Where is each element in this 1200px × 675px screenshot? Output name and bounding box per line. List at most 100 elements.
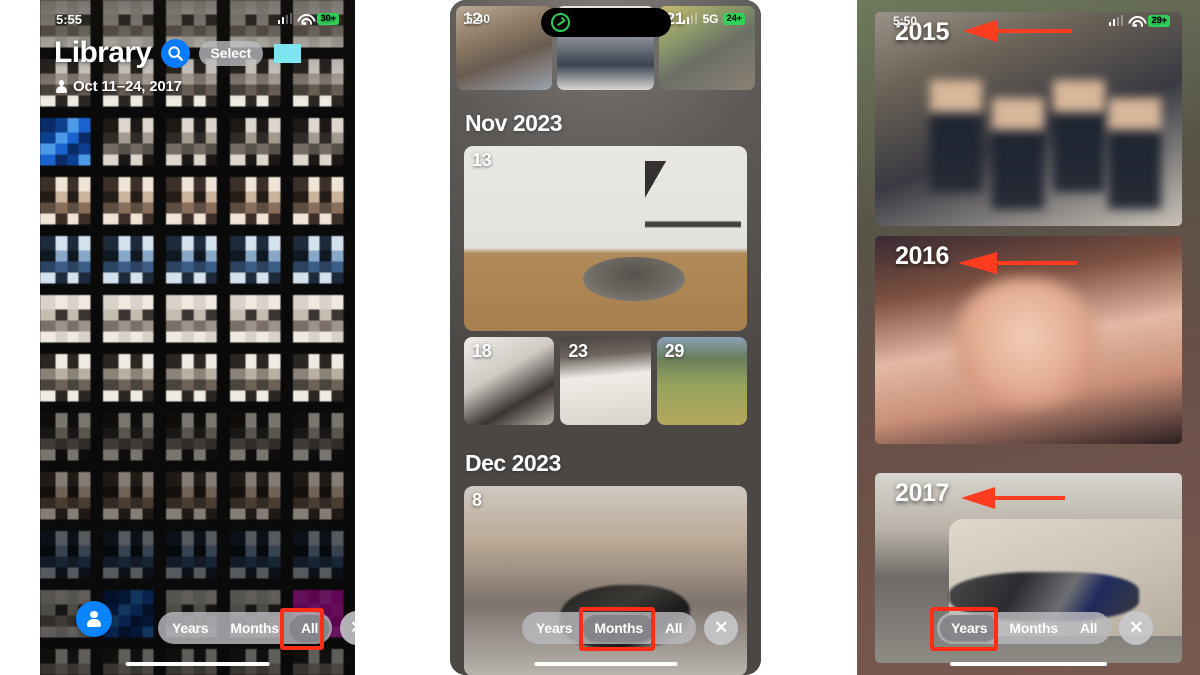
home-indicator [125,661,270,666]
photo-thumbnail[interactable] [229,177,292,235]
photo-thumbnail[interactable] [166,354,229,412]
close-icon[interactable]: ✕ [704,611,739,645]
segment-years[interactable]: Years [940,615,999,641]
segment-all[interactable]: All [1069,615,1108,641]
tile-day-number: 12 [463,9,482,28]
photo-thumbnail[interactable] [229,118,292,176]
photo-thumbnail[interactable] [166,177,229,235]
photo-thumbnail[interactable] [40,295,103,353]
photo-content [582,257,685,302]
photo-thumbnail[interactable] [292,118,355,176]
phone-panel-months-view: 12 21 5:40 5G 24+ Nov 2023 13 18 23 29 D… [450,0,761,675]
view-mode-segmented-control[interactable]: Years Months All [522,612,697,644]
photo-thumbnail[interactable] [292,531,355,589]
tile-day-number: 29 [664,341,685,361]
select-button[interactable]: Select [198,40,264,66]
photo-thumbnail[interactable] [166,295,229,353]
redacted-block [274,43,302,63]
library-title-row: Library Select [54,36,345,70]
photo-tile-large[interactable]: 8 [464,486,747,675]
segment-all[interactable]: All [289,615,330,641]
photo-thumbnail[interactable] [229,413,292,471]
photo-thumbnail[interactable] [40,649,103,675]
cellular-signal-icon [277,13,293,24]
segment-months[interactable]: Months [219,615,290,641]
photo-thumbnail[interactable] [103,236,166,294]
photo-tile[interactable]: 29 [656,337,747,425]
segment-months[interactable]: Months [998,615,1069,641]
photo-thumbnail[interactable] [40,236,103,294]
year-card[interactable]: 2015 [875,12,1182,226]
photo-thumbnail[interactable] [103,590,166,648]
photo-tile[interactable]: 23 [560,337,651,425]
view-mode-toolbar-months: Years Months All ✕ [522,611,739,645]
photo-content [645,160,742,257]
photo-thumbnail[interactable] [103,472,166,530]
person-icon [56,80,67,93]
search-icon[interactable] [160,38,190,68]
photo-thumbnail[interactable] [40,413,103,471]
photo-thumbnail[interactable] [40,118,103,176]
recording-indicator-icon [550,13,570,32]
photo-content [1053,80,1106,192]
month-section-nov: Nov 2023 13 18 23 29 [450,110,761,425]
year-label: 2016 [895,242,950,270]
photo-tile-large[interactable]: 13 [464,146,747,331]
photo-thumbnail[interactable] [166,236,229,294]
photo-thumbnail[interactable] [40,354,103,412]
month-header: Nov 2023 [465,110,563,136]
photo-thumbnail[interactable] [166,531,229,589]
view-mode-toolbar-all: Years Months All ✕ [158,611,355,645]
year-label: 2015 [895,18,950,46]
photo-thumbnail[interactable] [40,177,103,235]
tile-day-number: 18 [472,341,492,361]
photo-tile[interactable]: 18 [464,337,555,425]
view-mode-segmented-control[interactable]: Years Months All [158,612,333,644]
photo-thumbnail[interactable] [103,118,166,176]
close-icon[interactable]: ✕ [340,611,355,645]
photo-thumbnail[interactable] [103,354,166,412]
year-label: 2017 [895,479,950,507]
photo-thumbnail[interactable] [229,236,292,294]
photo-thumbnail[interactable] [292,177,355,235]
photo-thumbnail[interactable] [40,531,103,589]
photo-thumbnail[interactable] [229,472,292,530]
photo-thumbnail[interactable] [229,295,292,353]
photo-thumbnail[interactable] [292,649,355,675]
photo-thumbnail[interactable] [229,531,292,589]
photo-grid-all[interactable] [40,0,355,675]
segment-months[interactable]: Months [583,615,654,641]
tile-day-number: 23 [568,341,588,361]
photo-tile[interactable]: 12 [456,6,553,90]
photo-content [930,80,983,192]
status-bar-all: 5:55 30+ [40,9,355,29]
photo-content [1108,97,1161,209]
photo-thumbnail[interactable] [292,472,355,530]
phone-panel-years-view: 2015 2016 2017 5:50 29+ Years Months All… [857,0,1200,675]
photo-thumbnail[interactable] [229,354,292,412]
photo-tile[interactable]: 21 [658,6,755,90]
view-mode-segmented-control[interactable]: Years Months All [937,612,1112,644]
photo-thumbnail[interactable] [292,413,355,471]
photo-thumbnail[interactable] [103,531,166,589]
segment-years[interactable]: Years [161,615,219,641]
photo-thumbnail[interactable] [166,413,229,471]
photo-thumbnail[interactable] [166,472,229,530]
photo-thumbnail[interactable] [292,236,355,294]
dynamic-island [540,8,671,37]
year-card[interactable]: 2016 [875,236,1182,444]
photo-thumbnail[interactable] [166,118,229,176]
home-indicator [533,661,678,666]
photo-thumbnail[interactable] [292,295,355,353]
photo-thumbnail[interactable] [40,472,103,530]
photo-thumbnail[interactable] [103,295,166,353]
close-icon[interactable]: ✕ [1119,611,1154,645]
segment-years[interactable]: Years [525,615,583,641]
segment-all[interactable]: All [654,615,693,641]
photo-thumbnail[interactable] [292,354,355,412]
photo-thumbnail[interactable] [103,177,166,235]
library-date-range: Oct 11–24, 2017 [56,78,182,95]
photo-thumbnail[interactable] [103,413,166,471]
status-time: 5:55 [56,11,83,27]
people-filter-button[interactable] [76,601,112,637]
